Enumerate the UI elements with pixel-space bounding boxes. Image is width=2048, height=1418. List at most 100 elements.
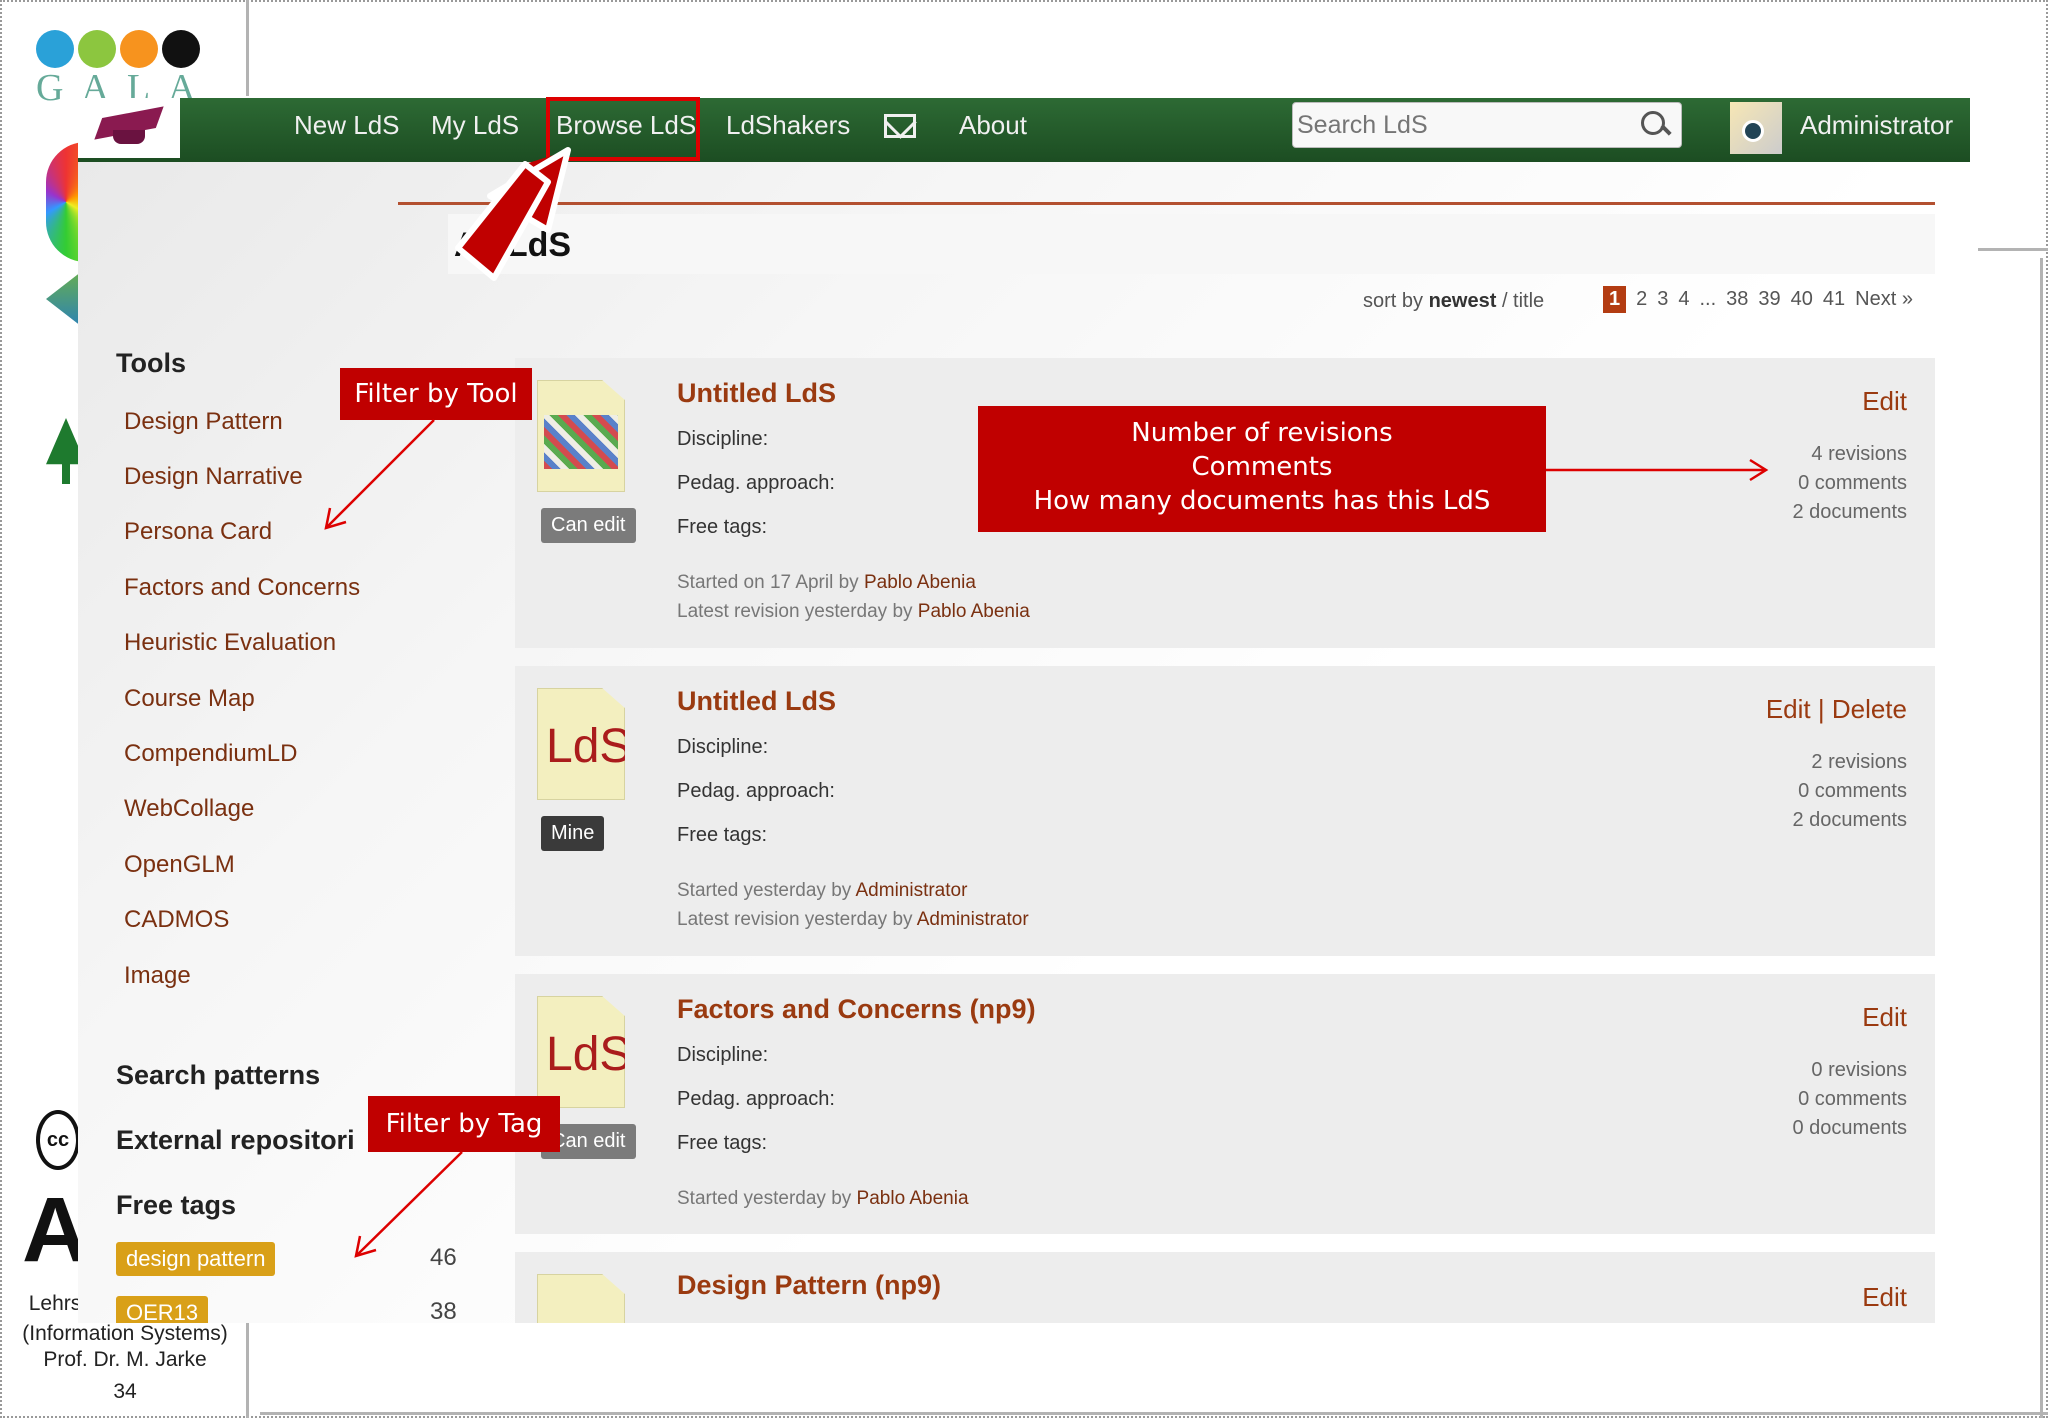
tool-filter-persona-card[interactable]: Persona Card [124,518,272,546]
documents-count: 2 documents [1792,501,1907,523]
slide-number: 34 [113,1380,137,1403]
lds-title-link[interactable]: Design Pattern (np9) [677,1270,941,1301]
search-input[interactable] [1297,107,1627,143]
page-link-current[interactable]: 1 [1603,286,1627,313]
lds-title-link[interactable]: Factors and Concerns (np9) [677,994,1036,1025]
lds-stats: 2 revisions 0 comments 2 documents [1792,748,1907,835]
filter-by-tool-callout: Filter by Tool [340,368,532,420]
top-nav-bar: New LdS My LdS Browse LdS LdShakers Abou… [78,98,1970,162]
lds-card: LdS Can edit Factors and Concerns (np9) … [515,974,1935,1234]
revisions-link[interactable]: 2 revisions [1792,748,1907,777]
lds-title-link[interactable]: Untitled LdS [677,378,836,409]
title-divider [398,202,1935,205]
app-logo[interactable] [78,98,180,158]
lds-app-window: New LdS My LdS Browse LdS LdShakers Abou… [78,98,1970,1323]
revisions-info-callout: Number of revisions Comments How many do… [978,406,1546,532]
nav-new-lds[interactable]: New LdS [294,110,400,141]
author-link[interactable]: Administrator [856,880,968,901]
page-title: All LdS [448,214,1935,274]
webcollage-icon [544,415,618,469]
gala-circle-icon [36,30,74,68]
graduation-cap-icon [94,106,164,148]
author-link[interactable]: Pablo Abenia [864,572,976,593]
lds-thumbnail[interactable] [537,1274,625,1323]
callout-line: Comments [1191,452,1333,482]
lds-thumbnail[interactable]: LdS [537,688,625,800]
author-link[interactable]: Pablo Abenia [918,601,1030,622]
started-info: Started yesterday by Administrator [677,880,968,901]
lds-card: LdS Mine Untitled LdS Discipline: Pedag.… [515,666,1935,956]
external-repositories-link[interactable]: External repositori [116,1125,355,1156]
tag-design-pattern[interactable]: design pattern [116,1242,276,1276]
nav-ldshakers[interactable]: LdShakers [726,110,850,141]
author-link[interactable]: Pablo Abenia [857,1188,969,1209]
lds-thumbnail[interactable]: LdS [537,996,625,1108]
tag-oer13[interactable]: OER13 [116,1296,209,1323]
documents-count: 0 documents [1792,1117,1907,1139]
free-tags-label: Free tags: [677,1132,768,1154]
lds-logo-icon: LdS [546,720,632,773]
edit-link[interactable]: Edit [1862,1002,1907,1033]
page-link[interactable]: 40 [1791,288,1813,311]
user-menu[interactable]: Administrator [1800,110,1953,141]
sort-title[interactable]: / title [1496,290,1544,312]
pagination: 1 2 3 4 ... 38 39 40 41 Next » [1603,286,1923,313]
comments-link[interactable]: 0 comments [1792,469,1907,498]
tool-filter-design-narrative[interactable]: Design Narrative [124,463,303,491]
tool-filter-webcollage[interactable]: WebCollage [124,795,254,823]
page-link[interactable]: 4 [1678,288,1689,311]
next-page-link[interactable]: Next » [1855,288,1913,311]
page-link[interactable]: 39 [1758,288,1780,311]
search-icon[interactable] [1641,111,1669,139]
comments-link[interactable]: 0 comments [1792,1085,1907,1114]
discipline-label: Discipline: [677,428,769,450]
tool-filter-openglm[interactable]: OpenGLM [124,851,235,879]
tools-heading: Tools [116,348,186,378]
gala-circle-icon [120,30,158,68]
screenshot-clip [1970,98,2040,1328]
frame-line [260,1412,2048,1415]
page-link[interactable]: 3 [1657,288,1668,311]
tool-filter-heuristic-evaluation[interactable]: Heuristic Evaluation [124,629,336,657]
filter-by-tag-callout: Filter by Tag [368,1096,560,1152]
page-link[interactable]: 2 [1636,288,1647,311]
nav-about[interactable]: About [959,110,1027,141]
lds-logo-icon: LdS [546,1028,632,1081]
revisions-link[interactable]: 0 revisions [1792,1056,1907,1085]
tool-filter-course-map[interactable]: Course Map [124,685,255,713]
browse-lds-highlight [546,97,700,161]
avatar[interactable] [1730,102,1782,154]
revisions-link[interactable]: 4 revisions [1792,440,1907,469]
gala-circle-icon [78,30,116,68]
discipline-label: Discipline: [677,736,769,758]
screenshot-clip [250,1324,1980,1409]
sort-prefix: sort by [1363,290,1429,312]
edit-link[interactable]: Edit [1862,1282,1907,1313]
edit-link[interactable]: Edit [1862,386,1907,417]
started-info: Started on 17 April by Pablo Abenia [677,572,976,593]
comments-link[interactable]: 0 comments [1792,777,1907,806]
tag-count: 46 [430,1244,457,1271]
tool-filter-image[interactable]: Image [124,962,191,990]
free-tags-label: Free tags: [677,516,768,538]
sort-newest[interactable]: newest [1429,290,1497,312]
mine-badge: Mine [541,816,605,851]
free-tags-heading: Free tags [116,1190,237,1220]
page-link[interactable]: 41 [1823,288,1845,311]
tool-filter-factors-concerns[interactable]: Factors and Concerns [124,574,360,602]
sort-options: sort by newest / title [1363,290,1544,313]
edit-delete-links[interactable]: Edit | Delete [1766,694,1907,725]
gala-circle-icon [162,30,200,68]
lds-thumbnail[interactable] [537,380,625,492]
callout-line: How many documents has this LdS [1033,486,1491,516]
nav-my-lds[interactable]: My LdS [431,110,519,141]
page-link[interactable]: 38 [1726,288,1748,311]
tool-filter-cadmos[interactable]: CADMOS [124,906,229,934]
mail-icon[interactable] [884,114,916,138]
tool-filter-design-pattern[interactable]: Design Pattern [124,408,283,436]
lds-title-link[interactable]: Untitled LdS [677,686,836,717]
search-patterns-link[interactable]: Search patterns [116,1060,320,1091]
can-edit-badge: Can edit [541,508,636,543]
tool-filter-compendiumld[interactable]: CompendiumLD [124,740,297,768]
author-link[interactable]: Administrator [917,909,1029,930]
